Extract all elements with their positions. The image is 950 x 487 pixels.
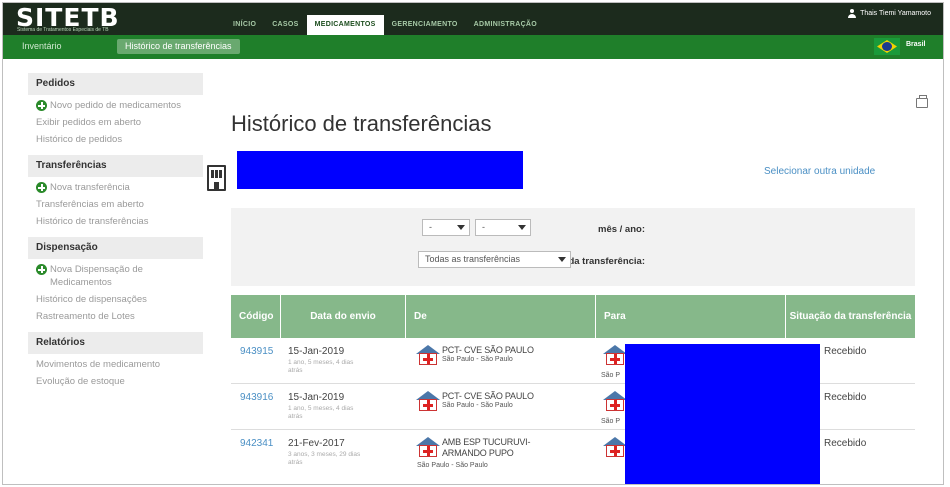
user-menu[interactable]: Thais Tiemi Yamamoto bbox=[847, 9, 931, 18]
column-header-data-envio[interactable]: Data do envio bbox=[281, 295, 406, 338]
status-select[interactable]: Todas as transferências bbox=[418, 251, 571, 268]
building-icon bbox=[207, 165, 226, 191]
transfer-code-link[interactable]: 942341 bbox=[240, 438, 273, 449]
from-unit-city: São Paulo - São Paulo bbox=[417, 462, 488, 469]
from-unit-name: AMB ESP TUCURUVI- bbox=[442, 437, 531, 447]
transfer-code-link[interactable]: 943915 bbox=[240, 346, 273, 357]
sidebar-item-pedidos-aberto[interactable]: Exibir pedidos em aberto bbox=[28, 116, 203, 129]
tab-casos[interactable]: CASOS bbox=[264, 15, 306, 35]
hospital-icon bbox=[603, 345, 627, 365]
hospital-icon bbox=[603, 437, 627, 457]
redacted-unit-name bbox=[237, 151, 523, 189]
sidebar-item-rastreamento-lotes[interactable]: Rastreamento de Lotes bbox=[28, 310, 203, 323]
plus-circle-icon bbox=[36, 264, 47, 275]
brazil-flag-icon[interactable] bbox=[874, 38, 900, 55]
plus-circle-icon bbox=[36, 182, 47, 193]
sidebar-item-novo-pedido[interactable]: Novo pedido de medicamentos bbox=[28, 99, 203, 112]
sidebar-section-relatorios: Relatórios bbox=[28, 332, 203, 354]
send-date-relative: 1 ano, 5 meses, 4 dias atrás bbox=[288, 359, 354, 374]
transfer-status: Recebido bbox=[824, 438, 867, 449]
flag-globe bbox=[882, 42, 892, 51]
sidebar-item-label: Nova transferência bbox=[50, 182, 130, 193]
column-header-para[interactable]: Para bbox=[596, 295, 786, 338]
select-unit-link[interactable]: Selecionar outra unidade bbox=[764, 166, 875, 177]
hospital-icon bbox=[416, 345, 440, 365]
sidebar: Pedidos Novo pedido de medicamentos Exib… bbox=[28, 73, 203, 388]
table-header: Código Data do envio De Para Situação da… bbox=[231, 295, 915, 338]
from-unit-name: PCT- CVE SÃO PAULO bbox=[442, 345, 534, 355]
top-bar: SITETB Sistema de Tratamentos Especiais … bbox=[3, 3, 943, 35]
sidebar-item-historico-pedidos[interactable]: Histórico de pedidos bbox=[28, 133, 203, 146]
hospital-icon bbox=[603, 391, 627, 411]
column-header-de[interactable]: De bbox=[406, 295, 596, 338]
chevron-down-icon bbox=[457, 225, 465, 230]
column-header-codigo[interactable]: Código bbox=[231, 295, 281, 338]
tab-inicio[interactable]: INÍCIO bbox=[225, 15, 264, 35]
month-year-label: mês / ano: bbox=[598, 224, 645, 235]
year-select-value: - bbox=[482, 222, 485, 232]
status-select-value: Todas as transferências bbox=[425, 254, 521, 264]
sidebar-item-nova-transferencia[interactable]: Nova transferência bbox=[28, 181, 203, 194]
hospital-icon bbox=[416, 437, 440, 457]
language-label[interactable]: Brasil bbox=[906, 41, 925, 48]
main-nav: INÍCIO CASOS MEDICAMENTOS GERENCIAMENTO … bbox=[225, 15, 545, 35]
year-select[interactable]: - bbox=[475, 219, 531, 236]
tab-administracao[interactable]: ADMINISTRAÇÃO bbox=[466, 15, 545, 35]
chevron-down-icon bbox=[558, 257, 566, 262]
sidebar-item-nova-dispensacao[interactable]: Nova Dispensação de Medicamentos bbox=[28, 263, 203, 289]
from-unit-city: São Paulo - São Paulo bbox=[442, 356, 513, 363]
sidebar-section-dispensacao: Dispensação bbox=[28, 237, 203, 259]
app-logo-subtitle: Sistema de Tratamentos Especiais de TB bbox=[17, 27, 109, 33]
printer-icon[interactable] bbox=[916, 95, 928, 108]
page-title: Histórico de transferências bbox=[231, 111, 492, 136]
from-unit-city: São Paulo - São Paulo bbox=[442, 402, 513, 409]
send-date: 15-Jan-2019 bbox=[288, 346, 345, 357]
from-unit-name-line2: ARMANDO PUPO bbox=[442, 448, 514, 458]
sidebar-item-evolucao-estoque[interactable]: Evolução de estoque bbox=[28, 375, 203, 388]
to-unit-city: São P bbox=[601, 372, 621, 379]
sidebar-item-label: Nova Dispensação de Medicamentos bbox=[50, 264, 143, 288]
send-date-relative: 3 anos, 3 meses, 29 dias atrás bbox=[288, 451, 361, 466]
transfer-status: Recebido bbox=[824, 346, 867, 357]
month-select[interactable]: - bbox=[422, 219, 470, 236]
plus-circle-icon bbox=[36, 100, 47, 111]
send-date-relative: 1 ano, 5 meses, 4 dias atrás bbox=[288, 405, 354, 420]
sidebar-item-transferencias-aberto[interactable]: Transferências em aberto bbox=[28, 198, 203, 211]
sub-nav-bar: Inventário Histórico de transferências B… bbox=[3, 35, 943, 59]
tab-medicamentos[interactable]: MEDICAMENTOS bbox=[306, 15, 384, 35]
user-icon bbox=[847, 9, 857, 18]
month-select-value: - bbox=[429, 222, 432, 232]
subnav-historico-transferencias[interactable]: Histórico de transferências bbox=[117, 39, 240, 54]
sidebar-section-pedidos: Pedidos bbox=[28, 73, 203, 95]
app-window: SITETB Sistema de Tratamentos Especiais … bbox=[2, 2, 944, 485]
hospital-icon bbox=[416, 391, 440, 411]
transfer-code-link[interactable]: 943916 bbox=[240, 392, 273, 403]
redacted-destination bbox=[625, 344, 820, 484]
subnav-inventario[interactable]: Inventário bbox=[22, 40, 62, 53]
tab-gerenciamento[interactable]: GERENCIAMENTO bbox=[384, 15, 466, 35]
send-date: 21-Fev-2017 bbox=[288, 438, 345, 449]
sidebar-section-transferencias: Transferências bbox=[28, 155, 203, 177]
to-unit-city: São P bbox=[601, 418, 621, 425]
user-name: Thais Tiemi Yamamoto bbox=[860, 10, 931, 17]
column-header-situacao[interactable]: Situação da transferência bbox=[786, 295, 915, 338]
sidebar-item-historico-transferencias[interactable]: Histórico de transferências bbox=[28, 215, 203, 228]
sidebar-item-historico-dispensacoes[interactable]: Histórico de dispensações bbox=[28, 293, 203, 306]
chevron-down-icon bbox=[518, 225, 526, 230]
sidebar-item-movimentos-medicamento[interactable]: Movimentos de medicamento bbox=[28, 358, 203, 371]
transfer-status: Recebido bbox=[824, 392, 867, 403]
sidebar-item-label: Novo pedido de medicamentos bbox=[50, 100, 181, 111]
filter-panel: mês / ano: - - Situação da transferência… bbox=[231, 208, 915, 286]
send-date: 15-Jan-2019 bbox=[288, 392, 345, 403]
from-unit-name: PCT- CVE SÃO PAULO bbox=[442, 391, 534, 401]
